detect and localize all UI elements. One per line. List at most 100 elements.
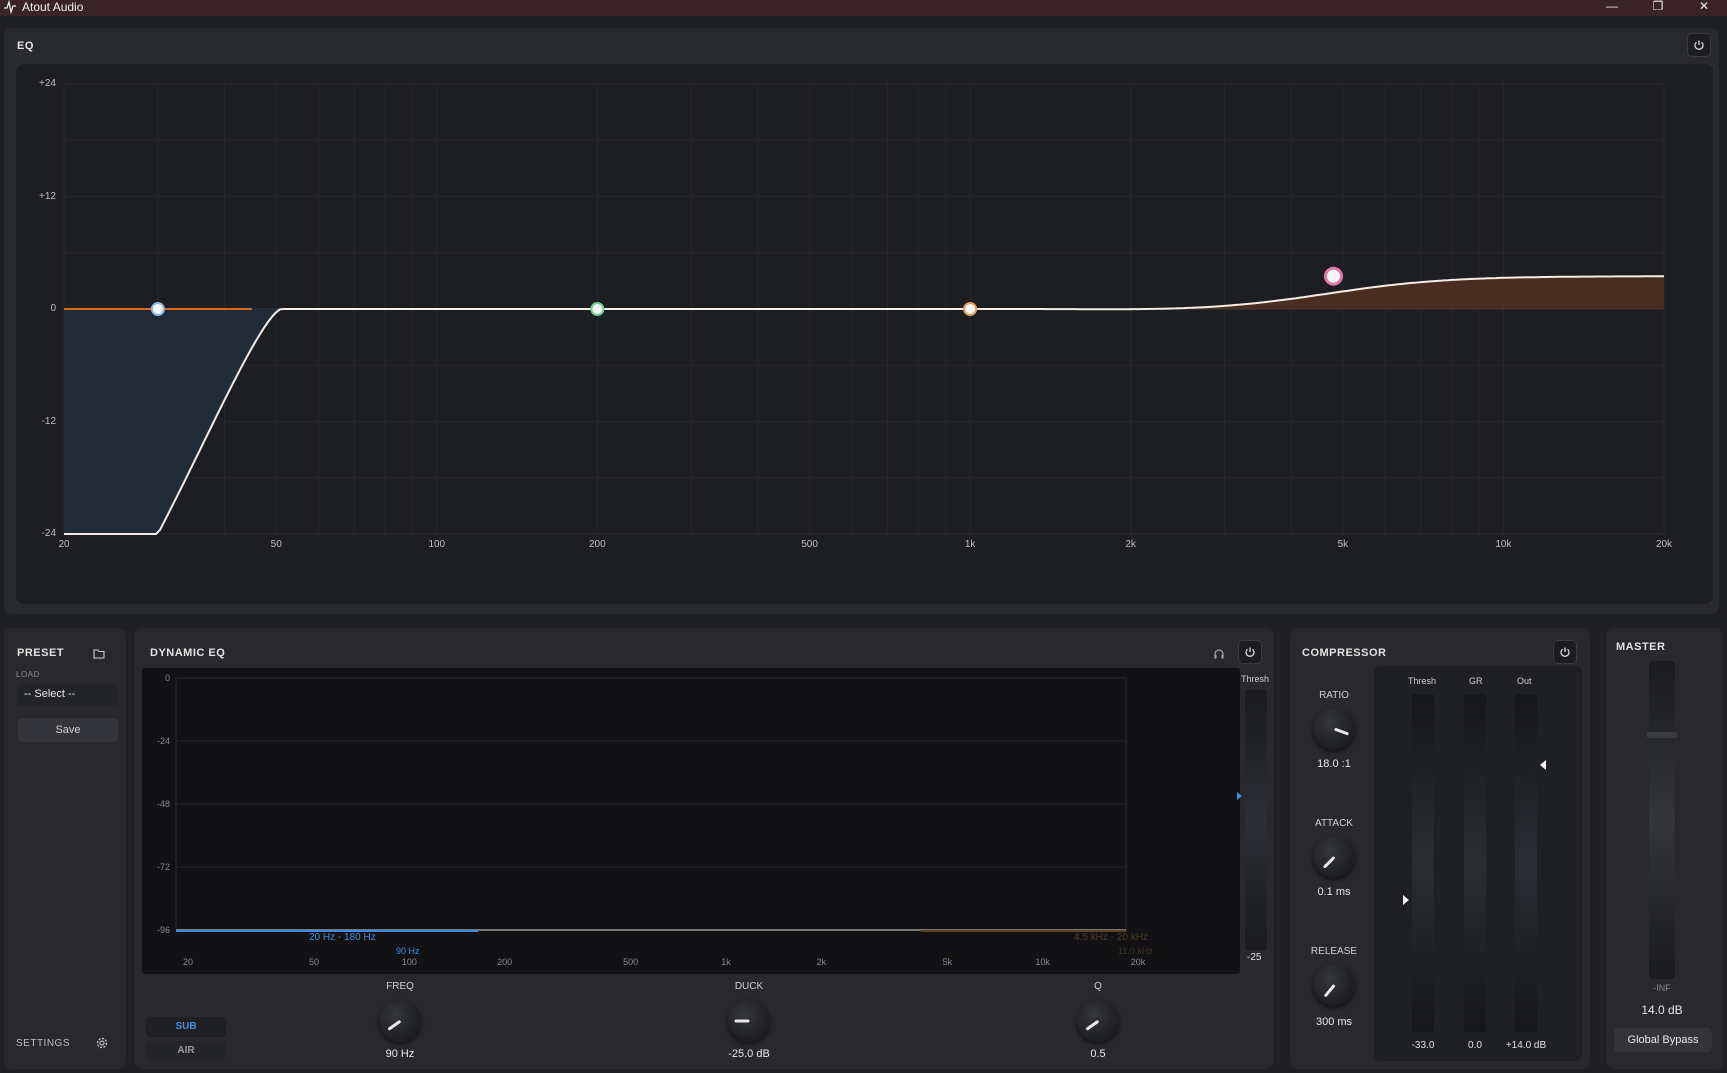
- master-panel: MASTER -INF 14.0 dB Global Bypass: [1606, 628, 1723, 1069]
- gr-meter: [1464, 694, 1486, 1032]
- minimize-button[interactable]: —: [1592, 0, 1632, 16]
- eq-title: EQ: [17, 40, 34, 52]
- master-fader-handle[interactable]: [1647, 732, 1677, 738]
- compressor-meters: Thresh GR Out -33.0 0.0 +14.0 dB: [1374, 666, 1582, 1061]
- dynamic-eq-graph[interactable]: 0 -24 -48 -72 -96 20 50 100 200 500 1k 2k 5k 10k 20k …: [142, 668, 1240, 974]
- preset-select[interactable]: -- Select --: [17, 684, 118, 706]
- eq-x-label: 5k: [1337, 539, 1349, 550]
- freq-knob-value: 90 Hz: [385, 1048, 415, 1060]
- release-knob-label: RELEASE: [1310, 946, 1358, 957]
- minimize-icon: —: [1606, 0, 1618, 13]
- deq-x-label: 20k: [1130, 957, 1146, 967]
- eq-x-label: 50: [270, 539, 282, 550]
- compressor-power-button[interactable]: [1553, 640, 1577, 664]
- attack-knob[interactable]: [1313, 836, 1355, 878]
- deq-y-label: -24: [156, 736, 170, 746]
- settings-label[interactable]: SETTINGS: [16, 1038, 70, 1049]
- deq-y-label: -72: [156, 862, 170, 872]
- eq-x-label: 200: [588, 539, 606, 550]
- deq-x-label: 500: [623, 957, 639, 967]
- attack-knob-label: ATTACK: [1315, 818, 1353, 829]
- restore-icon: ❐: [1652, 0, 1664, 13]
- duck-knob[interactable]: [728, 1000, 770, 1042]
- thresh-meter-value: -33.0: [1411, 1040, 1435, 1051]
- eq-x-label: 2k: [1125, 539, 1136, 550]
- deq-y-label: -48: [156, 799, 170, 809]
- eq-y-label: 0: [50, 303, 56, 314]
- master-fader[interactable]: [1649, 661, 1675, 979]
- eq-band-handle-3[interactable]: [963, 302, 978, 316]
- sub-range-label: 20 Hz - 180 Hz: [309, 932, 376, 943]
- global-bypass-button[interactable]: Global Bypass: [1614, 1028, 1712, 1052]
- deq-y-label: 0: [164, 673, 170, 683]
- headphones-icon[interactable]: [1213, 648, 1225, 660]
- eq-band-handle-1[interactable]: [150, 302, 165, 316]
- gr-meter-value: 0.0: [1468, 1040, 1482, 1051]
- thresh-label: Thresh: [1241, 674, 1270, 684]
- gear-icon[interactable]: [96, 1037, 108, 1049]
- eq-y-label: +12: [39, 190, 56, 202]
- q-knob-label: Q: [1094, 981, 1102, 992]
- thresh-meter-label: Thresh: [1408, 676, 1437, 686]
- ratio-knob-value: 18.0 :1: [1317, 758, 1351, 770]
- deq-x-label: 1k: [721, 957, 731, 967]
- eq-graph[interactable]: +24 +12 0 -12 -24 20 50 100 200 500 1k 2k 5k 10k 20k: [16, 64, 1713, 604]
- thresh-handle[interactable]: [1237, 792, 1242, 800]
- dynamic-eq-power-button[interactable]: [1238, 640, 1262, 664]
- deq-x-label: 20: [182, 957, 194, 967]
- eq-band-handle-2[interactable]: [590, 302, 605, 316]
- duck-knob-label: DUCK: [734, 981, 764, 992]
- power-icon: [1560, 647, 1570, 657]
- tab-sub[interactable]: SUB: [146, 1017, 226, 1037]
- deq-x-label: 100: [401, 957, 417, 967]
- q-knob[interactable]: [1077, 1000, 1119, 1042]
- close-button[interactable]: ✕: [1684, 0, 1724, 16]
- q-knob-value: 0.5: [1090, 1048, 1106, 1060]
- title-bar: Atout Audio — ❐ ✕: [0, 0, 1727, 16]
- eq-x-label: 500: [801, 539, 818, 550]
- power-icon: [1245, 647, 1255, 657]
- dynamic-eq-title: DYNAMIC EQ: [150, 647, 226, 659]
- freq-knob[interactable]: [379, 1000, 421, 1042]
- window-title: Atout Audio: [22, 0, 84, 14]
- eq-x-label: 10k: [1495, 539, 1512, 550]
- sub-freq-label: 90 Hz: [396, 946, 420, 956]
- out-meter-value: +14.0 dB: [1505, 1040, 1547, 1051]
- eq-x-label: 20: [58, 539, 70, 550]
- load-label: LOAD: [16, 670, 40, 679]
- eq-x-label: 100: [428, 539, 446, 550]
- preset-panel: PRESET LOAD -- Select -- Save SETTINGS: [4, 628, 126, 1069]
- master-value: 14.0 dB: [1641, 1003, 1683, 1017]
- out-meter-label: Out: [1517, 676, 1532, 686]
- gr-meter-label: GR: [1469, 676, 1483, 686]
- eq-band-handle-4[interactable]: [1323, 266, 1343, 286]
- maximize-button[interactable]: ❐: [1638, 0, 1678, 16]
- save-button[interactable]: Save: [18, 718, 118, 742]
- thresh-meter[interactable]: [1412, 694, 1434, 1032]
- thresh-value: -25: [1247, 952, 1262, 963]
- eq-y-label: -24: [41, 528, 56, 539]
- tab-air[interactable]: AIR: [146, 1041, 226, 1061]
- out-meter: [1515, 694, 1537, 1032]
- ratio-knob-label: RATIO: [1319, 690, 1349, 701]
- dynamic-eq-spectrum[interactable]: [142, 668, 1240, 974]
- ratio-knob[interactable]: [1313, 708, 1355, 750]
- eq-y-label: +24: [39, 78, 56, 89]
- compressor-title: COMPRESSOR: [1302, 647, 1387, 659]
- fader-min-label: -INF: [1653, 983, 1671, 993]
- duck-knob-value: -25.0 dB: [728, 1048, 770, 1060]
- eq-curve-canvas[interactable]: [16, 64, 1713, 604]
- eq-power-button[interactable]: [1687, 33, 1711, 57]
- release-knob[interactable]: [1313, 964, 1355, 1006]
- thresh-meter-handle[interactable]: [1403, 895, 1409, 905]
- air-range-label: 4.5 kHz - 20 kHz: [1074, 932, 1148, 943]
- folder-icon[interactable]: [93, 648, 105, 659]
- deq-x-label: 50: [308, 957, 320, 967]
- deq-x-label: 200: [497, 957, 513, 967]
- thresh-slider[interactable]: [1245, 690, 1267, 950]
- out-meter-handle[interactable]: [1540, 760, 1546, 770]
- deq-x-label: 5k: [942, 957, 953, 967]
- eq-y-label: -12: [41, 415, 56, 427]
- eq-response-curve: [64, 275, 1664, 535]
- deq-y-label: -96: [156, 925, 170, 935]
